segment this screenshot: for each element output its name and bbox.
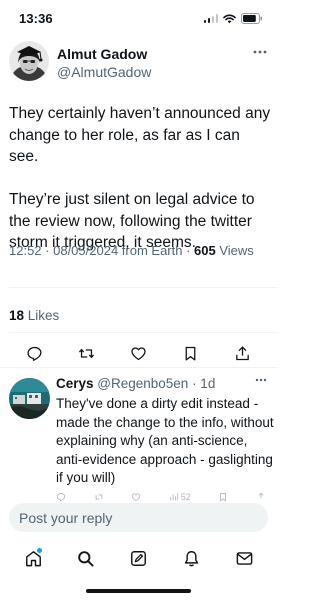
reply-time: · 1d [188, 376, 216, 391]
tab-messages[interactable] [233, 547, 255, 569]
reply-views-count: 52 [180, 492, 191, 502]
tab-communities[interactable] [128, 547, 150, 569]
bookmark-icon [220, 493, 227, 502]
reply-share-button[interactable] [256, 492, 266, 502]
reply-author-handle[interactable]: @Regenbo5en [94, 376, 188, 391]
likes-count: 18 [9, 308, 25, 323]
reply-header: Cerys @Regenbo5en · 1d [56, 376, 215, 391]
views-count[interactable]: 605 [194, 243, 216, 258]
divider [0, 367, 277, 368]
share-button[interactable] [232, 343, 252, 363]
post-header: Almut Gadow @AlmutGadow [9, 41, 277, 85]
bookmark-button[interactable] [180, 343, 200, 363]
bookmark-icon [185, 346, 195, 361]
post-meta: 12:52 · 08/05/2024 from Earth · 605 View… [9, 243, 254, 258]
author-name[interactable]: Almut Gadow [57, 46, 147, 62]
reply-text: They've done a dirty edit instead - made… [56, 396, 274, 485]
reply-icon [26, 346, 42, 361]
battery-icon [241, 13, 262, 24]
reply-bookmark-button[interactable] [218, 492, 228, 502]
reply-repost-button[interactable] [94, 492, 104, 502]
tab-notifications[interactable] [180, 547, 202, 569]
repost-icon [78, 348, 94, 358]
post-paragraph: They certainly haven’t announced any cha… [9, 105, 271, 165]
reply-avatar[interactable] [9, 378, 50, 419]
likes-label: Likes [24, 308, 60, 323]
author-avatar[interactable] [9, 41, 49, 81]
home-indicator[interactable] [86, 589, 191, 593]
views-icon [170, 493, 178, 501]
notification-dot [37, 548, 42, 553]
tab-home[interactable] [22, 547, 44, 569]
like-icon [130, 346, 146, 360]
likes-row[interactable]: 18 Likes [9, 308, 59, 323]
post-time[interactable]: 12:52 [9, 243, 42, 258]
reply-button[interactable] [24, 343, 44, 363]
notifications-icon [184, 550, 198, 566]
meta-separator: · [41, 243, 54, 258]
post-source: from Earth [118, 243, 183, 258]
divider [9, 287, 277, 288]
views-label: Views [215, 243, 254, 258]
status-bar: 13:36 [0, 0, 277, 36]
share-icon [258, 492, 264, 499]
meta-separator: · [182, 243, 195, 258]
more-options-icon[interactable] [253, 50, 267, 54]
repost-button[interactable] [76, 343, 96, 363]
messages-icon [236, 551, 252, 565]
reply-icon [56, 493, 66, 502]
tab-search[interactable] [75, 547, 97, 569]
search-icon [78, 550, 94, 567]
signal-icon [203, 14, 218, 23]
reply-views[interactable]: 52 [169, 492, 191, 502]
status-icons [203, 13, 264, 24]
status-time: 13:36 [19, 11, 53, 26]
repost-icon [95, 494, 102, 500]
reply-more-icon[interactable] [255, 378, 267, 382]
reply-composer[interactable] [9, 503, 268, 532]
reply-like-button[interactable] [131, 492, 141, 502]
post-date[interactable]: 08/05/2024 [53, 243, 118, 258]
reply-reply-button[interactable] [56, 492, 66, 502]
divider [9, 332, 277, 333]
communities-icon [131, 550, 146, 566]
reply-action-bar: 52 [56, 492, 266, 502]
bottom-tab-bar [0, 540, 277, 576]
author-handle[interactable]: @AlmutGadow [57, 64, 151, 80]
like-button[interactable] [128, 343, 148, 363]
like-icon [131, 493, 141, 502]
post-action-bar [24, 343, 252, 363]
share-icon [235, 345, 249, 360]
reply-author-name[interactable]: Cerys [56, 376, 94, 391]
wifi-icon [223, 14, 236, 23]
reply-input[interactable] [9, 503, 268, 532]
